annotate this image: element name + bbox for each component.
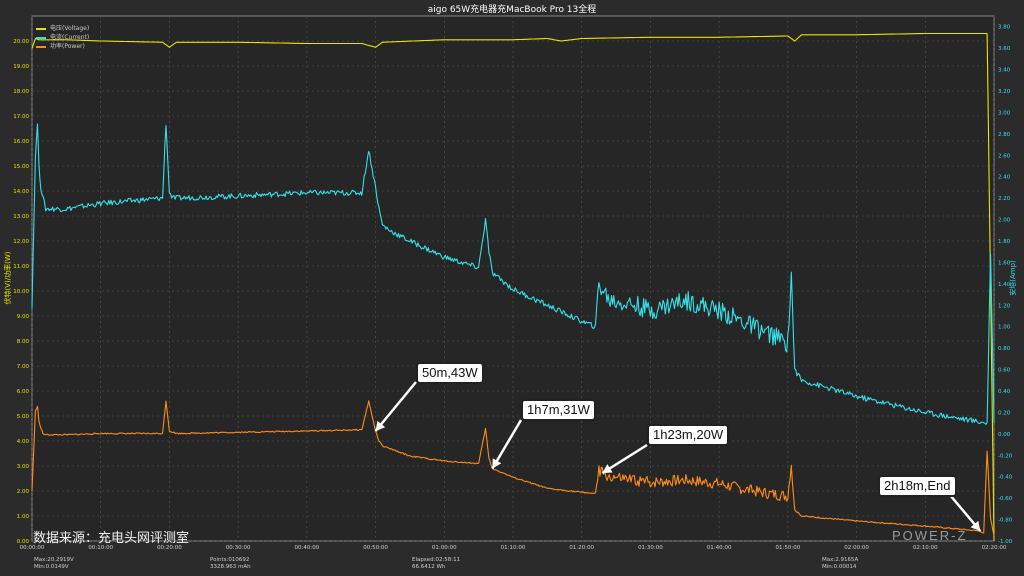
x-tick-label: 00:50:00 [363, 545, 388, 551]
right-tick-label: 1.40 [998, 282, 1011, 288]
status-max-voltage: Max:20.2919V [34, 557, 74, 563]
right-tick-label: 0.20 [998, 410, 1011, 416]
right-tick-label: 2.00 [998, 218, 1011, 224]
chart: aigo 65W充电器充MacBook Pro 13全程 伏特(V)/功率(W)… [0, 0, 1024, 576]
status-energy: 66.6412 Wh [412, 564, 446, 570]
legend-swatch-current [36, 36, 46, 39]
legend-swatch-power [36, 45, 46, 48]
right-tick-label: 1.60 [998, 260, 1011, 266]
legend-label-voltage: 电压(Voltage) [50, 25, 90, 32]
x-tick-label: 02:10:00 [913, 545, 938, 551]
x-tick-label: 00:30:00 [226, 545, 251, 551]
right-tick-label: 2.60 [998, 153, 1011, 159]
right-tick-label: 1.00 [998, 325, 1011, 331]
left-tick-label: 12.00 [13, 239, 29, 245]
left-tick-label: 18.00 [13, 89, 29, 95]
status-voltage: Max:20.2919V Min:0.0149V [34, 557, 74, 571]
left-tick-label: 16.00 [13, 139, 29, 145]
legend: 电压(Voltage) 电流(Current) 功率(Power) [36, 24, 89, 51]
chart-title: aigo 65W充电器充MacBook Pro 13全程 [428, 3, 597, 15]
right-tick-label: 2.40 [998, 175, 1011, 181]
status-point-count: Points:010692 [210, 557, 250, 563]
x-tick-label: 01:40:00 [707, 545, 732, 551]
left-tick-label: 4.00 [17, 439, 30, 445]
status-capacity: 3328.963 mAh [210, 564, 251, 570]
left-tick-label: 1.00 [17, 514, 30, 520]
x-tick-label: 02:20:00 [982, 545, 1007, 551]
left-tick-label: 6.00 [17, 389, 30, 395]
status-elapsed: Elapsed:02:58:11 66.6412 Wh [412, 557, 460, 571]
right-tick-label: 3.60 [998, 46, 1011, 52]
right-tick-label: -0.40 [998, 475, 1013, 481]
x-tick-label: 00:40:00 [295, 545, 320, 551]
status-min-current: Min:0.00014 [822, 564, 857, 570]
x-tick-label: 01:20:00 [569, 545, 594, 551]
callout-1h23m: 1h23m,20W [647, 424, 730, 446]
callout-50m: 50m,43W [416, 362, 484, 384]
right-tick-label: -0.80 [998, 518, 1013, 524]
right-tick-label: 1.20 [998, 303, 1011, 309]
left-tick-label: 3.00 [17, 464, 30, 470]
x-tick-label: 01:10:00 [501, 545, 526, 551]
left-tick-label: 8.00 [17, 339, 30, 345]
callout-1h7m: 1h7m,31W [521, 399, 596, 421]
right-tick-label: 0.00 [998, 432, 1011, 438]
left-tick-label: 7.00 [17, 364, 30, 370]
legend-item-current: 电流(Current) [36, 33, 89, 42]
right-tick-label: 3.40 [998, 68, 1011, 74]
status-points: Points:010692 3328.963 mAh [210, 557, 251, 571]
legend-swatch-voltage [36, 27, 46, 30]
right-tick-label: -0.20 [998, 453, 1013, 459]
left-tick-label: 10.00 [13, 289, 29, 295]
right-tick-label: 2.20 [998, 196, 1011, 202]
watermark-source: 数据来源：充电头网评测室 [33, 531, 190, 546]
left-tick-label: 14.00 [13, 189, 29, 195]
legend-label-power: 功率(Power) [50, 43, 85, 50]
legend-item-voltage: 电压(Voltage) [36, 24, 89, 33]
left-tick-label: 5.00 [17, 414, 30, 420]
left-axis-label: 伏特(V)/功率(W) [3, 251, 12, 304]
right-tick-label: 3.20 [998, 89, 1011, 95]
left-tick-label: 15.00 [13, 164, 29, 170]
legend-item-power: 功率(Power) [36, 42, 89, 51]
x-tick-label: 01:50:00 [776, 545, 801, 551]
right-tick-label: 2.80 [998, 132, 1011, 138]
left-tick-label: 13.00 [13, 214, 29, 220]
status-current: Max:2.9165A Min:0.00014 [822, 557, 858, 571]
brand-logo: POWER-Z [892, 528, 968, 543]
left-tick-label: 19.00 [13, 64, 29, 70]
status-max-current: Max:2.9165A [822, 557, 859, 563]
callout-2h18m: 2h18m,End [878, 475, 957, 497]
right-tick-label: -0.60 [998, 496, 1013, 502]
left-tick-label: 11.00 [13, 264, 29, 270]
x-tick-label: 01:30:00 [638, 545, 663, 551]
right-tick-label: 3.80 [998, 25, 1011, 31]
x-tick-label: 01:00:00 [432, 545, 457, 551]
right-tick-label: 3.00 [998, 110, 1011, 116]
x-tick-label: 02:00:00 [844, 545, 869, 551]
left-tick-label: 20.00 [13, 39, 29, 45]
right-tick-label: 0.40 [998, 389, 1011, 395]
status-min-voltage: Min:0.0149V [34, 564, 69, 570]
left-tick-label: 17.00 [13, 114, 29, 120]
left-tick-label: 2.00 [17, 489, 30, 495]
right-tick-label: 1.80 [998, 239, 1011, 245]
status-elapsed-time: Elapsed:02:58:11 [412, 557, 461, 563]
legend-label-current: 电流(Current) [50, 34, 90, 41]
left-tick-label: 9.00 [17, 314, 30, 320]
right-tick-label: 0.80 [998, 346, 1011, 352]
right-tick-label: 0.60 [998, 368, 1011, 374]
